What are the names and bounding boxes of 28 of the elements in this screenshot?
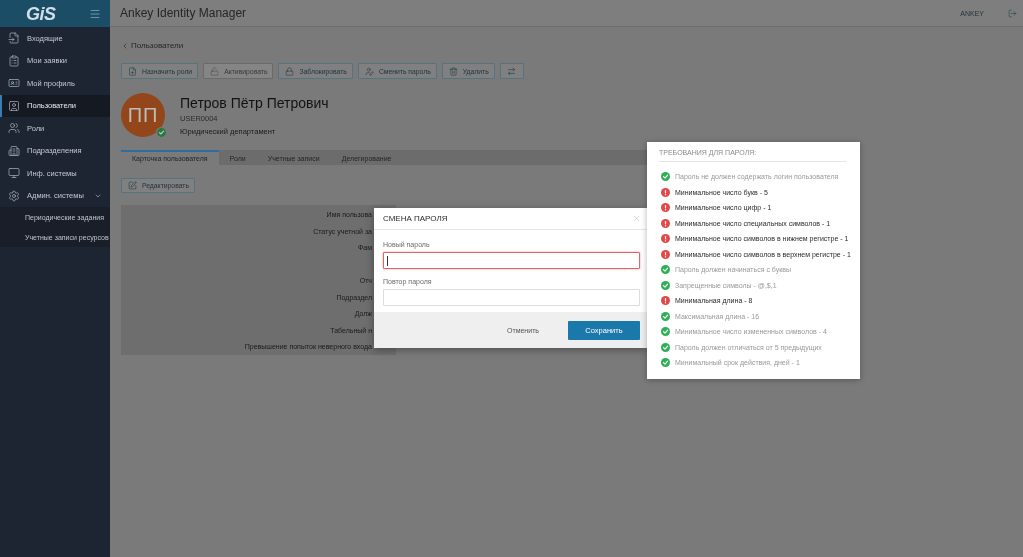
text-cursor-icon bbox=[387, 255, 388, 266]
close-icon[interactable] bbox=[632, 214, 641, 223]
lock-open-icon bbox=[210, 66, 220, 76]
logo: GiS bbox=[26, 4, 56, 23]
user-square-icon bbox=[8, 99, 20, 112]
clipboard-list-icon bbox=[8, 54, 20, 67]
breadcrumb-link[interactable]: Пользователи bbox=[121, 41, 184, 50]
app-title: Ankey Identity Manager bbox=[120, 6, 247, 20]
user-full-name: Петров Пётр Петрович bbox=[180, 95, 329, 112]
trash-icon bbox=[448, 66, 458, 76]
menu-icon[interactable] bbox=[89, 7, 101, 20]
settings-icon bbox=[8, 189, 20, 202]
arrows-swap-icon bbox=[507, 66, 517, 76]
dialog-title: СМЕНА ПАРОЛЯ bbox=[383, 214, 448, 223]
building-icon bbox=[8, 144, 20, 157]
switch-button[interactable] bbox=[499, 63, 524, 79]
logout-icon[interactable] bbox=[1008, 8, 1017, 18]
password-field[interactable] bbox=[383, 252, 640, 269]
id-card-icon bbox=[8, 77, 20, 90]
file-plus-icon bbox=[128, 66, 137, 76]
chevron-left-icon bbox=[121, 41, 129, 50]
users-icon bbox=[8, 122, 20, 135]
document-arrow-icon bbox=[8, 32, 20, 45]
pen-square-icon bbox=[128, 181, 137, 190]
avatar-initials: ПП bbox=[127, 103, 159, 127]
monitor-icon bbox=[8, 167, 20, 180]
lock-icon bbox=[285, 66, 295, 76]
user-pen-icon bbox=[364, 66, 374, 76]
